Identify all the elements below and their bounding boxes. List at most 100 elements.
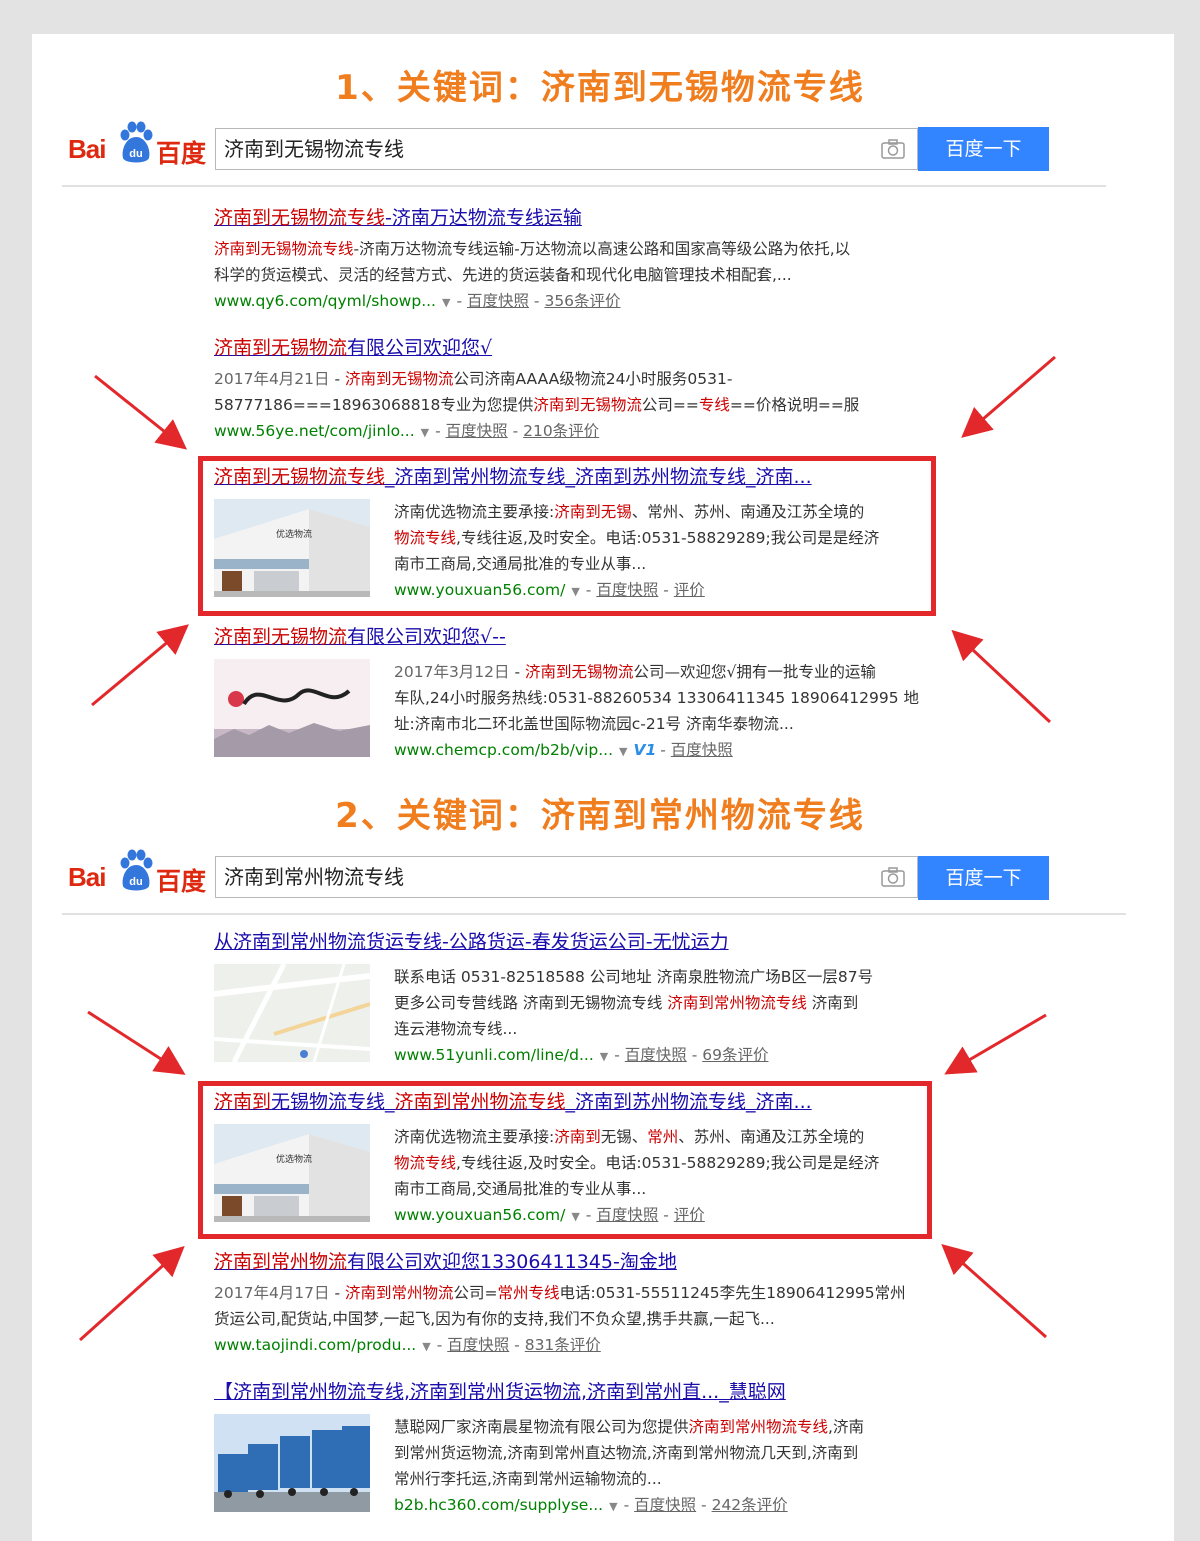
text-segment: 到常州货运物流,济南到常州直达物流,济南到常州物流几天到,济南到 — [394, 1444, 859, 1462]
reviews-link[interactable]: 69条评价 — [702, 1046, 768, 1064]
result-abstract-line: 2017年4月17日 - 济南到常州物流公司=常州专线电话:0531-55511… — [214, 1284, 906, 1302]
snapshot-link[interactable]: 百度快照 — [634, 1496, 696, 1514]
result-item: 济南到无锡物流有限公司欢迎您√ 2017年4月21日 - 济南到无锡物流公司济南… — [214, 336, 859, 446]
text-segment: -济南万达物流专线运输-万达物流以高速公路和国家高等级公路为依托,以 — [353, 240, 851, 258]
result-abstract-line: 济南到无锡物流专线-济南万达物流专线运输-万达物流以高速公路和国家高等级公路为依… — [214, 236, 850, 262]
result-abstract-line: 货运公司,配货站,中国梦,一起飞,因为有你的支持,我们不负众望,携手共赢,一起飞… — [214, 1306, 906, 1332]
text-segment: ,济南 — [828, 1418, 864, 1436]
text-segment: 址:济南市北二环北盖世国际物流园c-21号 济南华泰物流... — [394, 715, 794, 733]
result-title[interactable]: 从济南到常州物流货运专线-公路货运-春发货运公司-无忧运力 — [214, 930, 729, 954]
banner-thumbnail[interactable] — [214, 659, 370, 757]
reviews-link[interactable]: 210条评价 — [523, 422, 599, 440]
result-url[interactable]: www.51yunli.com/line/d... — [394, 1046, 594, 1064]
baidu-paw-icon: du — [120, 849, 153, 891]
reviews-link[interactable]: 831条评价 — [525, 1336, 601, 1354]
keyword-highlight: 常州专线 — [497, 1284, 560, 1302]
text-segment: 公司= — [453, 1284, 498, 1302]
text-segment: 【济南到常州物流专线,济南到常州货运物流,济南到常州直..._慧聪网 — [214, 1381, 786, 1403]
text-segment: 慧聪网厂家济南晨星物流有限公司为您提供 — [394, 1418, 689, 1436]
result-url[interactable]: www.chemcp.com/b2b/vip... — [394, 741, 613, 759]
highlight-frame — [198, 1081, 932, 1239]
result-item: 从济南到常州物流货运专线-公路货运-春发货运公司-无忧运力 联系电话 0531-… — [214, 930, 873, 1064]
result-url-line: www.qy6.com/qyml/showp... ▼ - 百度快照 - 356条评… — [214, 292, 621, 310]
text-segment: 连云港物流专线... — [394, 1020, 518, 1038]
text-segment: 58777186===18963068818专业为您提供 — [214, 396, 534, 414]
snapshot-link[interactable]: 百度快照 — [467, 292, 529, 310]
result-url-line: www.taojindi.com/produ... ▼ - 百度快照 - 831条评… — [214, 1336, 601, 1354]
map-thumbnail[interactable] — [214, 964, 370, 1062]
result-url[interactable]: www.56ye.net/com/jinlo... — [214, 422, 415, 440]
text-segment: 公司济南AAAA级物流24小时服务0531- — [453, 370, 733, 388]
result-title[interactable]: 济南到无锡物流专线-济南万达物流专线运输 — [214, 206, 850, 230]
keyword-highlight: 济南到常州物流 — [214, 1251, 348, 1273]
baidu-logo[interactable]: Bai du 百度 — [68, 121, 208, 168]
text-segment: -济南万达物流专线运输 — [385, 207, 582, 229]
keyword-highlight: 济南到无锡物流专线 — [214, 207, 386, 229]
result-title[interactable]: 济南到无锡物流有限公司欢迎您√-- — [214, 625, 506, 649]
paw-label: du — [129, 876, 142, 888]
result-abstract-line: 更多公司专营线路 济南到无锡物流专线 济南到常州物流专线 济南到 — [394, 990, 873, 1016]
keyword-highlight: 济南到无锡物流 — [524, 663, 634, 681]
result-abstract-line: 常州行李托运,济南到常州运输物流的... — [394, 1466, 864, 1492]
result-title[interactable]: 【济南到常州物流专线,济南到常州货运物流,济南到常州直..._慧聪网 — [214, 1380, 786, 1404]
dropdown-arrow-icon[interactable]: ▼ — [442, 296, 450, 309]
result-abstract-line: 2017年4月21日 - 济南到无锡物流公司济南AAAA级物流24小时服务053… — [214, 370, 733, 388]
text-segment: 常州行李托运,济南到常州运输物流的... — [394, 1470, 662, 1488]
trucks-thumbnail[interactable] — [214, 1414, 370, 1512]
dropdown-arrow-icon[interactable]: ▼ — [422, 1340, 430, 1353]
reviews-link[interactable]: 242条评价 — [712, 1496, 788, 1514]
keyword-highlight: 专线 — [698, 396, 730, 414]
text-segment: ==价格说明==服 — [729, 396, 860, 414]
result-abstract-line: 科学的货运模式、灵活的经营方式、先进的货运装备和现代化电脑管理技术相配套,... — [214, 262, 850, 288]
baidu-logo[interactable]: Bai du 百度 — [68, 849, 208, 896]
result-url[interactable]: b2b.hc360.com/supplyse... — [394, 1496, 603, 1514]
v1-badge[interactable]: V1 — [633, 741, 656, 759]
keyword-highlight: 济南到常州物流专线 — [688, 1418, 829, 1436]
snapshot-link[interactable]: 百度快照 — [671, 741, 733, 759]
dropdown-arrow-icon[interactable]: ▼ — [609, 1500, 617, 1513]
search-input[interactable]: 济南到常州物流专线 — [215, 856, 918, 898]
search-button[interactable]: 百度一下 — [918, 127, 1049, 171]
text-segment: 济南到 — [806, 994, 859, 1012]
keyword-highlight: 济南到常州物流专线 — [667, 994, 807, 1012]
result-url-line: www.chemcp.com/b2b/vip... ▼ V1- 百度快照 — [394, 741, 733, 759]
result-item: 济南到无锡物流专线-济南万达物流专线运输 济南到无锡物流专线-济南万达物流专线运… — [214, 206, 850, 316]
reviews-link[interactable]: 356条评价 — [544, 292, 620, 310]
dropdown-arrow-icon[interactable]: ▼ — [619, 745, 627, 758]
snapshot-link[interactable]: 百度快照 — [446, 422, 508, 440]
result-abstract-line: 58777186===18963068818专业为您提供济南到无锡物流公司==专… — [214, 392, 859, 418]
result-item: 【济南到常州物流专线,济南到常州货运物流,济南到常州直..._慧聪网 慧聪网厂家… — [214, 1380, 864, 1514]
result-url-line: www.56ye.net/com/jinlo... ▼ - 百度快照 - 210条评… — [214, 422, 600, 440]
text-segment: 科学的货运模式、灵活的经营方式、先进的货运装备和现代化电脑管理技术相配套,... — [214, 266, 792, 284]
result-abstract-line: 2017年3月12日 - 济南到无锡物流公司—欢迎您√拥有一批专业的运输 — [394, 663, 876, 681]
section-2-heading: 2、关键词：济南到常州物流专线 — [335, 796, 865, 836]
snapshot-link[interactable]: 百度快照 — [625, 1046, 687, 1064]
text-segment: 从济南到常州物流货运专线-公路货运-春发货运公司-无忧运力 — [214, 931, 729, 953]
result-title[interactable]: 济南到无锡物流有限公司欢迎您√ — [214, 336, 859, 360]
keyword-highlight: 济南到无锡物流专线 — [214, 240, 354, 258]
keyword-highlight: 济南到无锡物流 — [533, 396, 642, 414]
text-segment: 有限公司欢迎您√-- — [347, 626, 506, 648]
result-abstract-line: 联系电话 0531-82518588 公司地址 济南泉胜物流广场B区一层87号 — [394, 964, 873, 990]
dropdown-arrow-icon[interactable]: ▼ — [600, 1050, 608, 1063]
search-input[interactable]: 济南到无锡物流专线 — [215, 128, 918, 170]
search-button[interactable]: 百度一下 — [918, 856, 1049, 900]
result-url[interactable]: www.qy6.com/qyml/showp... — [214, 292, 436, 310]
snapshot-link[interactable]: 百度快照 — [447, 1336, 509, 1354]
result-url[interactable]: www.taojindi.com/produ... — [214, 1336, 416, 1354]
keyword-highlight: 济南到无锡物流 — [344, 370, 454, 388]
result-abstract-line: 到常州货运物流,济南到常州直达物流,济南到常州物流几天到,济南到 — [394, 1440, 864, 1466]
header-divider — [62, 185, 1106, 187]
result-abstract-line: 车队,24小时服务热线:0531-88260534 13306411345 18… — [394, 685, 919, 711]
keyword-highlight: 济南到无锡物流 — [214, 626, 348, 648]
section-1-heading: 1、关键词：济南到无锡物流专线 — [335, 68, 865, 108]
baidu-paw-icon: du — [120, 121, 153, 163]
result-item: 济南到常州物流有限公司欢迎您13306411345-淘金地 2017年4月17日… — [214, 1250, 906, 1360]
header-divider — [62, 913, 1126, 915]
result-title[interactable]: 济南到常州物流有限公司欢迎您13306411345-淘金地 — [214, 1250, 906, 1274]
result-abstract-line: 址:济南市北二环北盖世国际物流园c-21号 济南华泰物流... — [394, 711, 919, 737]
text-segment: 车队,24小时服务热线:0531-88260534 13306411345 18… — [394, 689, 920, 707]
camera-icon[interactable] — [881, 867, 905, 887]
camera-icon[interactable] — [881, 139, 905, 159]
dropdown-arrow-icon[interactable]: ▼ — [421, 426, 429, 439]
